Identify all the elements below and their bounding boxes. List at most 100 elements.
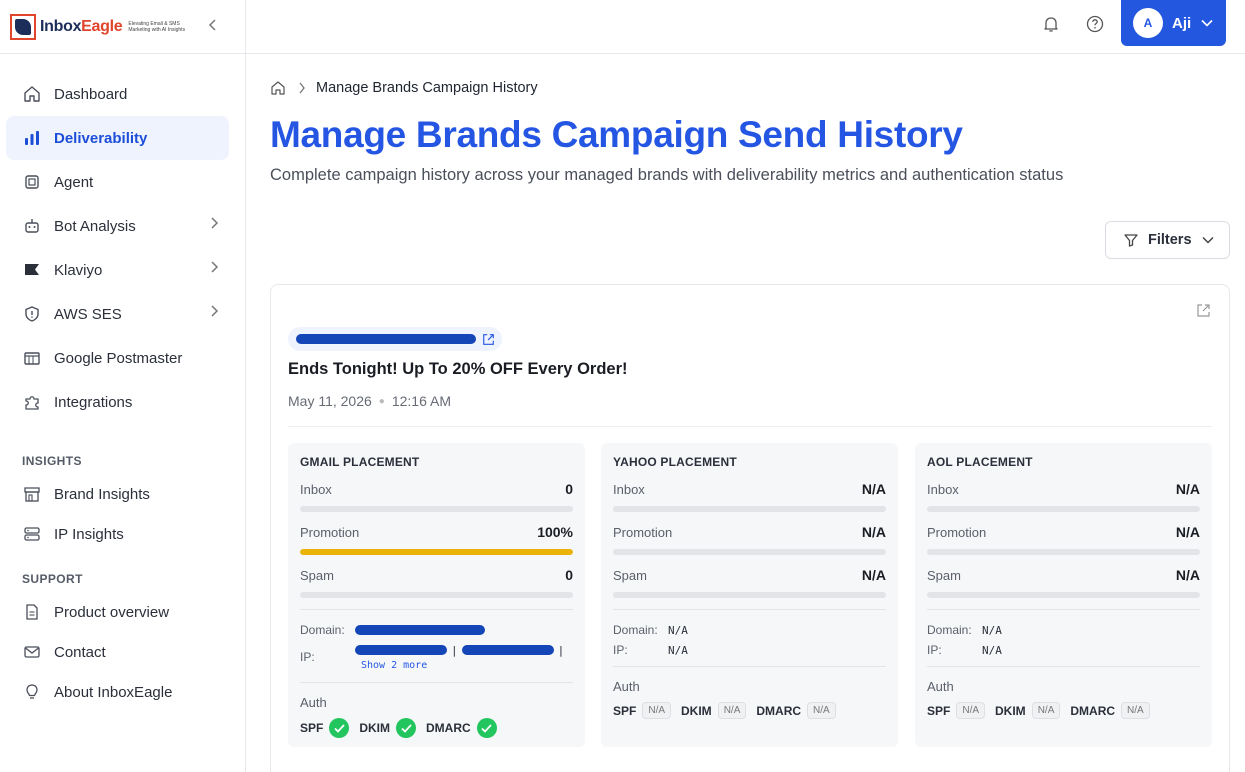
external-link-icon <box>482 333 495 346</box>
metric-value: N/A <box>1175 567 1200 583</box>
sidebar-item-klaviyo[interactable]: Klaviyo <box>6 248 229 292</box>
sidebar-item-label: Deliverability <box>54 129 148 147</box>
sidebar-item-aws-ses[interactable]: AWS SES <box>6 292 229 336</box>
divider <box>613 666 886 667</box>
metric-value: N/A <box>861 567 886 583</box>
lightbulb-icon <box>22 682 42 702</box>
support-section-title: SUPPORT <box>22 572 83 586</box>
help-icon[interactable] <box>1083 12 1107 36</box>
metric-value: N/A <box>861 481 886 497</box>
divider <box>300 609 573 610</box>
metric-value: N/A <box>1175 524 1200 540</box>
sidebar-item-label: AWS SES <box>54 305 122 323</box>
bot-icon <box>22 216 42 236</box>
progress-bar <box>300 506 573 512</box>
ip-label: IP: <box>613 643 628 657</box>
user-name: Aji <box>1172 14 1192 32</box>
sidebar-nav: Dashboard Deliverability Agent Bot Analy… <box>0 54 245 712</box>
sidebar: InboxEagle Elevating Email & SMS Marketi… <box>0 0 246 772</box>
auth-status-row: SPF N/A DKIM N/A DMARC N/A <box>927 702 1200 719</box>
status-badge: N/A <box>1121 702 1150 719</box>
metric-spam: Spam 0 <box>300 567 573 598</box>
logo[interactable]: InboxEagle <box>40 18 123 36</box>
metric-promotion: Promotion N/A <box>927 524 1200 555</box>
metric-value: N/A <box>1175 481 1200 497</box>
auth-spf: SPF <box>300 718 350 738</box>
chevron-down-icon <box>1201 14 1213 32</box>
collapse-sidebar-button[interactable] <box>203 15 223 35</box>
sidebar-item-agent[interactable]: Agent <box>6 160 229 204</box>
sidebar-item-ip-insights[interactable]: IP Insights <box>6 514 229 554</box>
divider <box>288 426 1212 427</box>
campaign-title: Ends Tonight! Up To 20% OFF Every Order! <box>288 360 628 378</box>
bell-icon[interactable] <box>1039 12 1063 36</box>
sidebar-item-google-postmaster[interactable]: Google Postmaster <box>6 336 229 380</box>
progress-bar <box>613 592 886 598</box>
domain-label: Domain: <box>300 623 345 637</box>
home-icon[interactable] <box>270 80 286 96</box>
page-subtitle: Complete campaign history across your ma… <box>270 166 1064 184</box>
sidebar-item-label: Klaviyo <box>54 261 103 279</box>
metric-label: Inbox <box>300 481 332 497</box>
brand-chip[interactable] <box>288 327 502 351</box>
sidebar-item-contact[interactable]: Contact <box>6 632 229 672</box>
filters-button[interactable]: Filters <box>1105 221 1230 259</box>
status-badge: N/A <box>1031 702 1061 719</box>
server-icon <box>22 524 42 544</box>
metric-label: Promotion <box>300 524 360 540</box>
progress-bar <box>927 506 1200 512</box>
sidebar-item-integrations[interactable]: Integrations <box>6 380 229 424</box>
auth-status-row: SPF DKIM DMARC <box>300 718 573 738</box>
home-icon <box>22 84 42 104</box>
chevron-right-icon <box>209 216 219 234</box>
sidebar-item-dashboard[interactable]: Dashboard <box>6 72 229 116</box>
auth-dmarc: DMARC N/A <box>1070 702 1150 719</box>
sidebar-item-label: Dashboard <box>54 85 128 103</box>
sidebar-item-label: Agent <box>54 173 94 191</box>
redacted-brand-name <box>296 334 476 344</box>
insights-section-title: INSIGHTS <box>22 454 82 468</box>
status-badge: N/A <box>807 702 836 719</box>
sending-info: Domain: N/A IP: N/A <box>927 620 1200 660</box>
metric-label: Spam <box>927 567 961 583</box>
auth-dkim: DKIM N/A <box>995 702 1061 719</box>
campaign-card[interactable]: Ends Tonight! Up To 20% OFF Every Order!… <box>270 284 1230 772</box>
auth-status-row: SPF N/A DKIM N/A DMARC N/A <box>613 702 886 719</box>
metric-label: Inbox <box>927 481 959 497</box>
sidebar-item-label: About InboxEagle <box>54 683 173 701</box>
sidebar-item-bot-analysis[interactable]: Bot Analysis <box>6 204 229 248</box>
document-icon <box>22 602 42 622</box>
domain-label: Domain: <box>927 623 972 637</box>
external-link-icon[interactable] <box>1196 303 1211 318</box>
placement-title: GMAIL PLACEMENT <box>300 455 420 469</box>
domain-label: Domain: <box>613 623 658 637</box>
chevron-down-icon <box>1201 236 1214 244</box>
redacted-domain <box>355 625 485 635</box>
check-icon <box>329 718 350 738</box>
auth-dkim: DKIM N/A <box>681 702 747 719</box>
mailbox-icon <box>22 348 42 368</box>
mail-icon <box>22 642 42 662</box>
sidebar-item-about[interactable]: About InboxEagle <box>6 672 229 712</box>
domain-value: N/A <box>668 623 688 637</box>
auth-label: Auth <box>613 679 640 694</box>
sidebar-item-brand-insights[interactable]: Brand Insights <box>6 474 229 514</box>
breadcrumb-current: Manage Brands Campaign History <box>316 80 538 96</box>
progress-bar <box>613 506 886 512</box>
metric-inbox: Inbox N/A <box>613 481 886 512</box>
sidebar-item-label: Bot Analysis <box>54 217 136 235</box>
shield-icon <box>22 304 42 324</box>
ip-label: IP: <box>927 643 942 657</box>
show-more-link[interactable]: Show 2 more <box>361 660 564 671</box>
sidebar-item-product-overview[interactable]: Product overview <box>6 592 229 632</box>
progress-bar <box>927 549 1200 555</box>
sidebar-item-label: Brand Insights <box>54 485 150 503</box>
auth-dmarc: DMARC <box>426 718 497 738</box>
aol-placement-panel: AOL PLACEMENT Inbox N/A Promotion N/A Spam… <box>915 443 1212 747</box>
sidebar-item-label: Contact <box>54 643 106 661</box>
ip-list: | | Show 2 more <box>355 642 564 671</box>
user-menu-button[interactable]: A Aji <box>1121 0 1226 46</box>
sidebar-item-deliverability[interactable]: Deliverability <box>6 116 229 160</box>
campaign-date: May 11, 2026 <box>288 393 372 409</box>
auth-label: Auth <box>300 695 327 710</box>
